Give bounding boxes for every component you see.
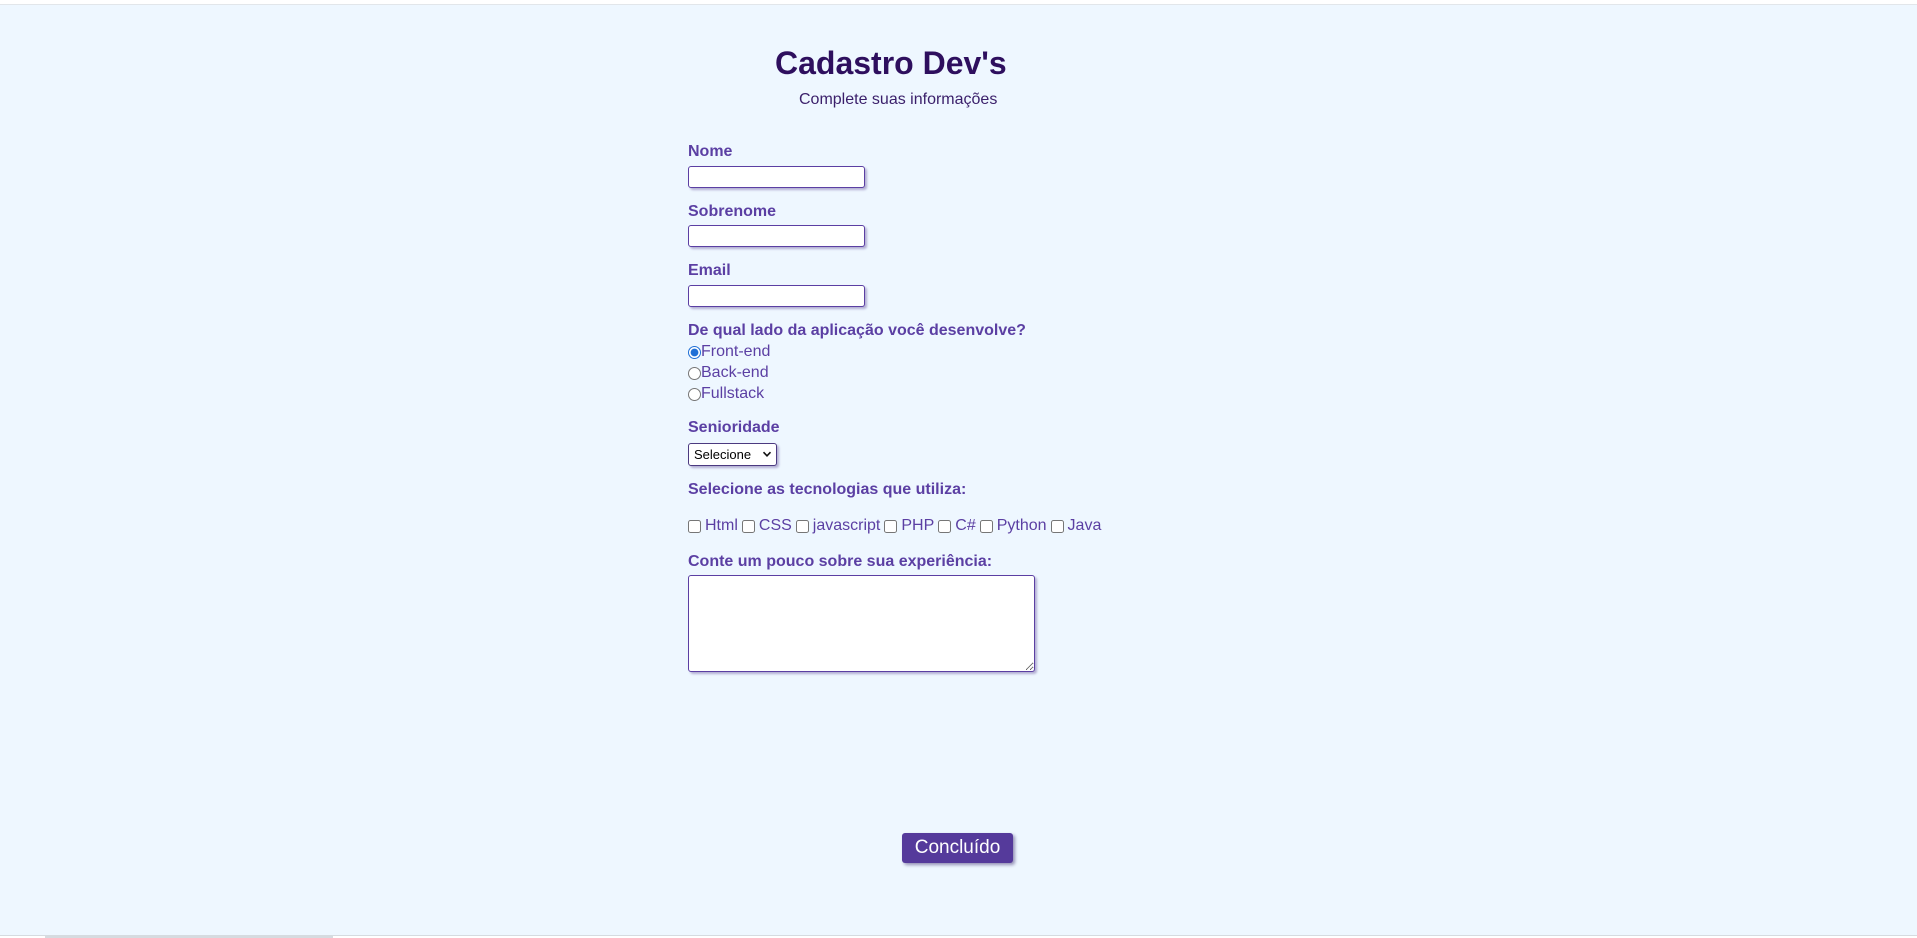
checkbox-label-csharp: C# [955, 517, 976, 534]
checkbox-css[interactable] [741, 519, 755, 533]
experience-label: Conte um pouco sobre sua experiência: [688, 553, 993, 570]
checkbox-php[interactable] [884, 519, 898, 533]
radio-label-back-end: Back-end [701, 364, 769, 381]
email-label: Email [688, 262, 731, 279]
radio-option-back-end[interactable]: Back-end [688, 363, 769, 383]
radio-option-fullstack[interactable]: Fullstack [688, 384, 764, 404]
chevron-down-icon [762, 451, 772, 457]
radio-fullstack[interactable] [688, 387, 701, 401]
page-subtitle: Complete suas informações [799, 91, 998, 108]
radio-option-front-end[interactable]: Front-end [688, 342, 770, 362]
checkbox-html[interactable] [688, 519, 701, 533]
seniority-select[interactable]: Selecione [688, 443, 777, 466]
radio-label-front-end: Front-end [701, 343, 771, 360]
technologies-checkbox-group: Html CSS javascript PHP C# Python Java [688, 516, 1105, 536]
nome-label: Nome [688, 143, 733, 160]
technologies-label: Selecione as tecnologias que utiliza: [688, 481, 967, 498]
checkbox-label-python: Python [996, 517, 1047, 534]
checkbox-csharp[interactable] [938, 519, 952, 533]
email-input[interactable] [688, 285, 865, 307]
checkbox-label-php: PHP [901, 517, 935, 534]
sobrenome-label: Sobrenome [688, 203, 777, 220]
checkbox-label-html: Html [705, 517, 738, 534]
checkbox-java[interactable] [1050, 519, 1064, 533]
checkbox-label-javascript: javascript [812, 517, 881, 534]
nome-input[interactable] [688, 166, 865, 188]
radio-front-end[interactable] [688, 345, 701, 359]
seniority-selected-value: Selecione [694, 447, 752, 462]
submit-button[interactable]: Concluído [902, 833, 1013, 863]
checkbox-javascript[interactable] [795, 519, 809, 533]
seniority-label: Senioridade [688, 419, 780, 436]
side-question-label: De qual lado da aplicação você desenvolv… [688, 322, 1026, 339]
radio-label-fullstack: Fullstack [701, 385, 765, 402]
radio-back-end[interactable] [688, 366, 701, 380]
sobrenome-input[interactable] [688, 225, 865, 247]
checkbox-python[interactable] [979, 519, 993, 533]
checkbox-label-css: CSS [758, 517, 792, 534]
page-title: Cadastro Dev's [775, 45, 1007, 81]
experience-textarea[interactable] [688, 575, 1035, 672]
checkbox-label-java: Java [1067, 517, 1102, 534]
page-background: Cadastro Dev's Complete suas informações… [0, 4, 1917, 936]
